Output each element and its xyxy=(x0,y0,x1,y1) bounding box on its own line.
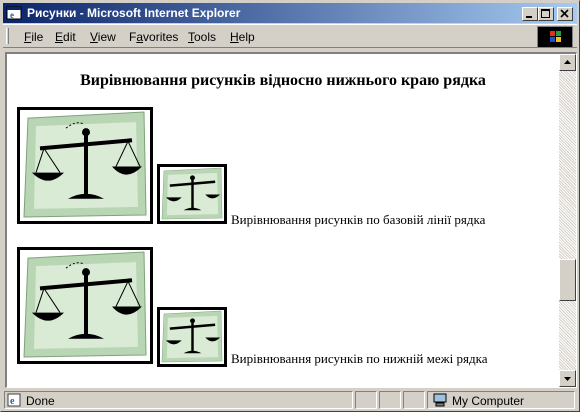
scales-of-justice-icon xyxy=(20,110,150,221)
arrow-down-icon xyxy=(564,377,571,381)
scales-image-small xyxy=(157,164,227,224)
scales-image-large xyxy=(17,107,153,224)
menu-tools[interactable]: Tools xyxy=(188,30,216,44)
caption-bottom: Вирівнювання рисунків по нижній межі ряд… xyxy=(231,351,488,366)
close-icon xyxy=(560,9,569,18)
status-bar: e Done My Computer xyxy=(3,390,577,410)
web-page: Вирівнювання рисунків відносно нижнього … xyxy=(7,54,559,387)
page-done-icon: e xyxy=(7,393,21,410)
computer-icon xyxy=(432,393,448,410)
minimize-icon xyxy=(526,16,532,18)
menu-favorites[interactable]: Favorites xyxy=(129,30,178,44)
scroll-thumb[interactable] xyxy=(559,259,576,301)
scales-image-small xyxy=(157,307,227,367)
svg-text:e: e xyxy=(10,396,15,407)
close-button[interactable] xyxy=(557,7,573,21)
minimize-button[interactable] xyxy=(522,7,538,21)
scroll-down-button[interactable] xyxy=(559,370,576,387)
windows-logo-icon xyxy=(537,26,573,48)
menu-edit[interactable]: Edit xyxy=(55,30,76,44)
menu-help[interactable]: Help xyxy=(230,30,255,44)
content-frame: Вирівнювання рисунків відносно нижнього … xyxy=(5,52,577,388)
status-pane-2 xyxy=(379,391,401,409)
svg-text:e: e xyxy=(10,10,14,20)
maximize-button[interactable] xyxy=(538,7,554,21)
scales-image-large xyxy=(17,247,153,364)
scroll-up-button[interactable] xyxy=(559,54,576,71)
scales-of-justice-icon xyxy=(20,250,150,361)
title-bar[interactable]: e Рисунки - Microsoft Internet Explorer xyxy=(3,3,577,23)
scales-of-justice-icon xyxy=(160,310,224,364)
menu-view[interactable]: View xyxy=(90,30,116,44)
vertical-scrollbar[interactable] xyxy=(559,54,576,387)
page-heading: Вирівнювання рисунків відносно нижнього … xyxy=(80,72,486,89)
caption-baseline: Вирівнювання рисунків по базовій лінії р… xyxy=(231,212,486,227)
arrow-up-icon xyxy=(564,60,571,64)
status-pane-1 xyxy=(355,391,377,409)
status-zone-pane: My Computer xyxy=(427,391,575,409)
maximize-icon xyxy=(541,9,550,18)
scales-of-justice-icon xyxy=(160,167,224,221)
browser-window: e Рисунки - Microsoft Internet Explorer … xyxy=(0,0,580,412)
toolbar-grip[interactable] xyxy=(6,28,9,44)
status-pane-3 xyxy=(403,391,425,409)
status-text: Done xyxy=(26,394,55,408)
window-title: Рисунки - Microsoft Internet Explorer xyxy=(27,6,241,20)
status-main-pane: e Done xyxy=(4,391,353,409)
menu-bar: File Edit View Favorites Tools Help xyxy=(3,24,577,48)
ie-logo-icon: e xyxy=(6,5,22,21)
menu-file[interactable]: File xyxy=(24,30,43,44)
zone-text: My Computer xyxy=(452,394,525,408)
